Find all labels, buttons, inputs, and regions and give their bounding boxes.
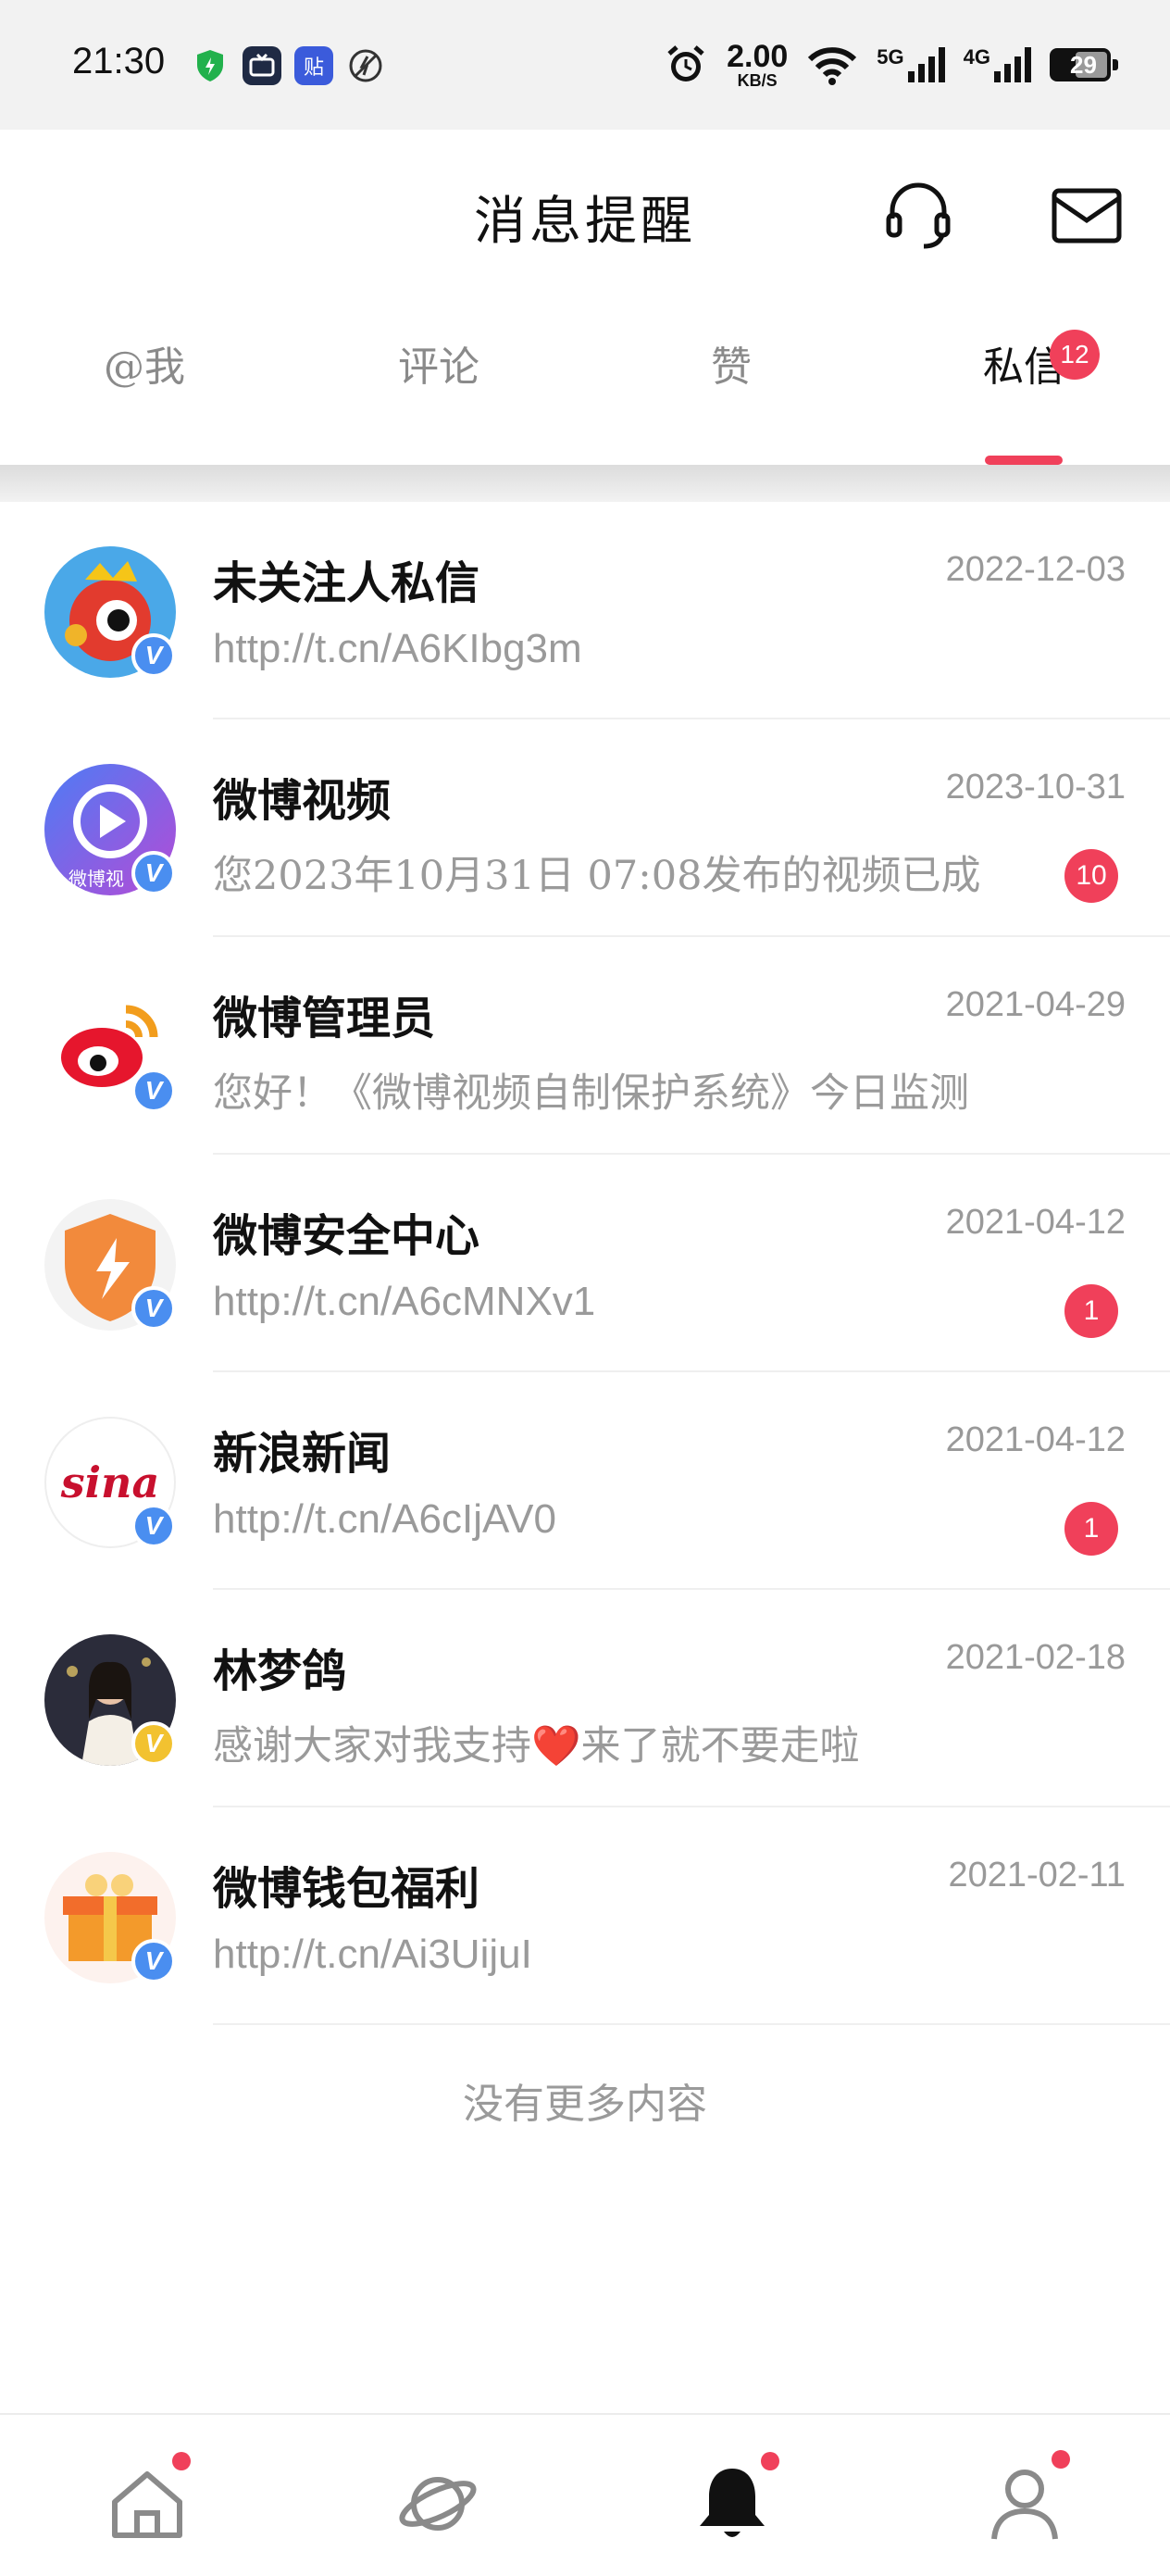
signal-5g: 5G — [877, 45, 945, 82]
battery-icon: 29 — [1050, 48, 1118, 81]
notification-bell-icon[interactable] — [691, 2461, 774, 2545]
header-divider — [0, 465, 1170, 502]
unread-badge: 1 — [1064, 1284, 1118, 1338]
divider — [213, 2023, 1170, 2025]
status-bar: 21:30 贴 2.00 KB/S 5G 4G 29 — [0, 0, 1170, 130]
home-notification-dot — [172, 2452, 191, 2470]
no-data-icon — [346, 46, 385, 85]
message-date: 2023-10-31 — [945, 768, 1126, 807]
avatar[interactable]: 微博视 V — [44, 764, 176, 895]
verified-badge: V — [131, 1286, 176, 1331]
message-preview: http://t.cn/A6cMNXv1 — [213, 1279, 596, 1324]
list-item[interactable]: V 未关注人私信 2022-12-03 http://t.cn/A6KIbg3m — [0, 502, 1170, 719]
tab-likes[interactable]: 赞 — [639, 333, 824, 393]
list-item[interactable]: V 林梦鸽 2021-02-18 感谢大家对我支持❤️来了就不要走啦 — [0, 1590, 1170, 1807]
tieba-icon-label: 贴 — [303, 56, 324, 80]
message-date: 2021-04-12 — [945, 1420, 1126, 1459]
wifi-icon — [808, 47, 857, 85]
list-item[interactable]: V 微博安全中心 2021-04-12 http://t.cn/A6cMNXv1… — [0, 1155, 1170, 1372]
envelope-icon[interactable] — [1050, 178, 1124, 252]
verified-badge: V — [131, 1721, 176, 1766]
message-preview: http://t.cn/Ai3UijuI — [213, 1932, 532, 1977]
sender-name: 微博视频 — [213, 775, 392, 827]
message-list: V 未关注人私信 2022-12-03 http://t.cn/A6KIbg3m… — [0, 502, 1170, 2025]
message-date: 2021-02-11 — [948, 1856, 1126, 1894]
status-time: 21:30 — [72, 41, 166, 81]
tab-bar: @我 评论 赞 私信 12 — [0, 330, 1170, 465]
message-preview: http://t.cn/A6cIjAV0 — [213, 1496, 556, 1542]
profile-icon[interactable] — [983, 2461, 1066, 2545]
sina-logo: sina — [60, 1457, 160, 1507]
bell-notification-dot — [761, 2452, 779, 2470]
avatar[interactable]: V — [44, 982, 176, 1113]
message-preview: 您好！《微博视频自制保护系统》今日监测 — [213, 1070, 969, 1117]
verified-badge: V — [131, 1069, 176, 1113]
bottom-nav — [0, 2413, 1170, 2576]
page-title: 消息提醒 — [474, 192, 696, 252]
status-right: 2.00 KB/S 5G 4G 29 — [664, 39, 1118, 90]
sender-name: 微博钱包福利 — [213, 1863, 480, 1915]
avatar[interactable]: V — [44, 1634, 176, 1766]
discover-planet-icon[interactable] — [396, 2461, 479, 2545]
verified-badge: V — [131, 1504, 176, 1548]
avatar[interactable]: V — [44, 1852, 176, 1983]
tab-mentions[interactable]: @我 — [52, 333, 237, 393]
tab-unread-badge: 12 — [1050, 330, 1100, 380]
end-of-list-text: 没有更多内容 — [463, 2081, 707, 2128]
shield-icon — [191, 46, 230, 85]
sender-name: 林梦鸽 — [213, 1645, 347, 1697]
unread-badge: 1 — [1064, 1502, 1118, 1556]
profile-notification-dot — [1052, 2450, 1070, 2469]
sender-name: 新浪新闻 — [213, 1428, 392, 1480]
sender-name: 微博管理员 — [213, 993, 436, 1044]
status-app-icons: 贴 — [191, 46, 385, 85]
tab-indicator — [985, 456, 1063, 465]
list-item[interactable]: 微博视 V 微博视频 2023-10-31 您2023年10月31日 07:08… — [0, 719, 1170, 937]
unread-badge: 10 — [1064, 849, 1118, 903]
header: 消息提醒 @我 评论 赞 私信 12 — [0, 130, 1170, 465]
verified-badge: V — [131, 1939, 176, 1983]
list-item[interactable]: sina V 新浪新闻 2021-04-12 http://t.cn/A6cIj… — [0, 1372, 1170, 1590]
message-preview: http://t.cn/A6KIbg3m — [213, 626, 582, 671]
message-date: 2021-02-18 — [945, 1638, 1126, 1677]
network-speed: 2.00 KB/S — [727, 39, 789, 90]
avatar-label: 微博视 — [68, 868, 124, 890]
signal-4g: 4G — [964, 45, 1031, 82]
sender-name: 未关注人私信 — [213, 557, 480, 609]
verified-badge: V — [131, 633, 176, 678]
message-date: 2021-04-12 — [945, 1203, 1126, 1242]
message-date: 2022-12-03 — [945, 550, 1126, 589]
app-icon — [243, 46, 281, 85]
tab-comments[interactable]: 评论 — [346, 333, 531, 393]
headset-icon[interactable] — [881, 178, 955, 252]
home-icon[interactable] — [106, 2461, 189, 2545]
battery-level: 29 — [1070, 50, 1097, 79]
verified-badge: V — [131, 851, 176, 895]
message-preview: 您2023年10月31日 07:08发布的视频已成 — [213, 853, 981, 899]
alarm-icon — [667, 45, 704, 81]
message-preview: 感谢大家对我支持❤️来了就不要走啦 — [213, 1723, 860, 1769]
list-item[interactable]: V 微博管理员 2021-04-29 您好！《微博视频自制保护系统》今日监测 — [0, 937, 1170, 1155]
avatar[interactable]: V — [44, 1199, 176, 1331]
avatar[interactable]: sina V — [44, 1417, 176, 1548]
list-item[interactable]: V 微博钱包福利 2021-02-11 http://t.cn/Ai3UijuI — [0, 1807, 1170, 2025]
message-date: 2021-04-29 — [945, 985, 1126, 1024]
sender-name: 微博安全中心 — [213, 1210, 480, 1262]
avatar[interactable]: V — [44, 546, 176, 678]
tieba-icon: 贴 — [294, 46, 333, 85]
